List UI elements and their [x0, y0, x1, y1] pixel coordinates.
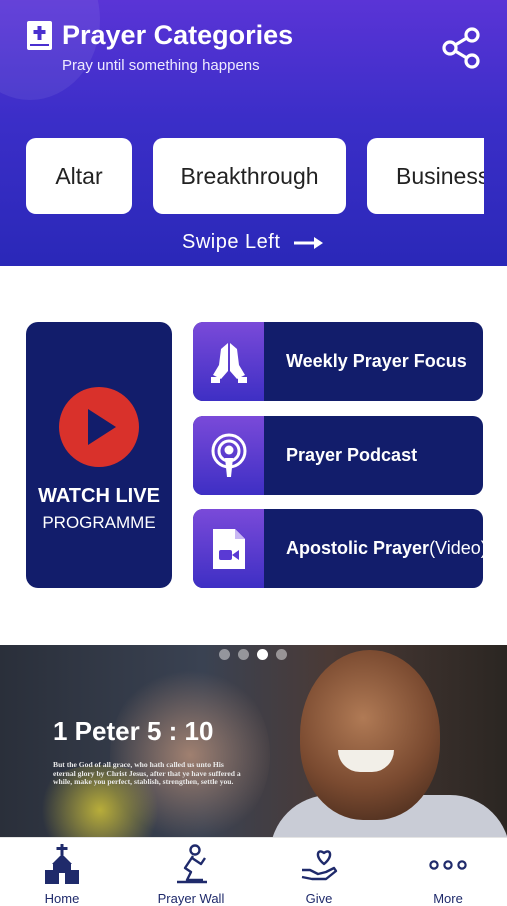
nav-label: Prayer Wall [157, 891, 225, 906]
swipe-hint: Swipe Left [182, 231, 324, 254]
nav-label: Home [44, 891, 80, 906]
share-icon[interactable] [442, 27, 482, 69]
bottom-nav: Home Prayer Wall Give More [0, 837, 507, 906]
banner-photo-face [300, 650, 440, 820]
carousel-dot[interactable] [219, 649, 230, 660]
feature-label: Weekly Prayer Focus [286, 322, 467, 401]
nav-give[interactable]: Give [264, 838, 374, 906]
prayer-podcast-tile[interactable]: Prayer Podcast [193, 416, 483, 495]
header: Prayer Categories Pray until something h… [0, 0, 507, 266]
feature-suffix: (Video) [429, 538, 483, 558]
feature-title: Weekly Prayer Focus [286, 351, 467, 371]
play-button[interactable] [59, 387, 139, 467]
watch-live-label: WATCH LIVE [38, 485, 160, 507]
nav-label: Give [305, 891, 333, 906]
podcast-icon [211, 433, 246, 477]
category-chip[interactable]: Business [367, 138, 484, 214]
apostolic-prayer-tile[interactable]: Apostolic Prayer (Video) [193, 509, 483, 588]
carousel-dot[interactable] [238, 649, 249, 660]
feature-icon-box [193, 416, 264, 495]
category-carousel[interactable]: Altar Breakthrough Business [0, 138, 484, 214]
video-file-icon [212, 528, 245, 569]
page-title: Prayer Categories [62, 20, 294, 50]
carousel-dots[interactable] [219, 649, 287, 660]
programme-label: PROGRAMME [42, 513, 156, 532]
praying-hands-icon [210, 342, 247, 383]
weekly-prayer-focus-tile[interactable]: Weekly Prayer Focus [193, 322, 483, 401]
carousel-dot-active[interactable] [257, 649, 268, 660]
feature-label: Prayer Podcast [286, 416, 417, 495]
kneeling-person-icon [177, 844, 207, 884]
carousel-dot[interactable] [276, 649, 287, 660]
nav-prayer-wall[interactable]: Prayer Wall [136, 838, 246, 906]
hand-heart-icon [301, 850, 338, 881]
feature-title: Prayer Podcast [286, 445, 418, 465]
more-dots-icon [429, 860, 467, 870]
bible-icon [27, 21, 52, 50]
verse-text: But the God of all grace, who hath calle… [53, 760, 241, 786]
page-subtitle: Pray until something happens [62, 57, 260, 74]
feature-title: Apostolic Prayer [286, 538, 430, 558]
verse-reference: 1 Peter 5 : 10 [53, 716, 214, 746]
category-chip[interactable]: Altar [26, 138, 132, 214]
swipe-hint-label: Swipe Left [182, 231, 281, 253]
nav-home[interactable]: Home [7, 838, 117, 906]
category-chip[interactable]: Breakthrough [153, 138, 346, 214]
arrow-right-icon [294, 236, 324, 249]
church-icon [45, 844, 79, 884]
feature-label: Apostolic Prayer (Video) [286, 509, 483, 588]
nav-more[interactable]: More [393, 838, 503, 906]
nav-label: More [433, 891, 463, 906]
play-icon [88, 409, 116, 445]
watch-live-tile[interactable]: WATCH LIVE PROGRAMME [26, 322, 172, 588]
feature-icon-box [193, 322, 264, 401]
feature-icon-box [193, 509, 264, 588]
